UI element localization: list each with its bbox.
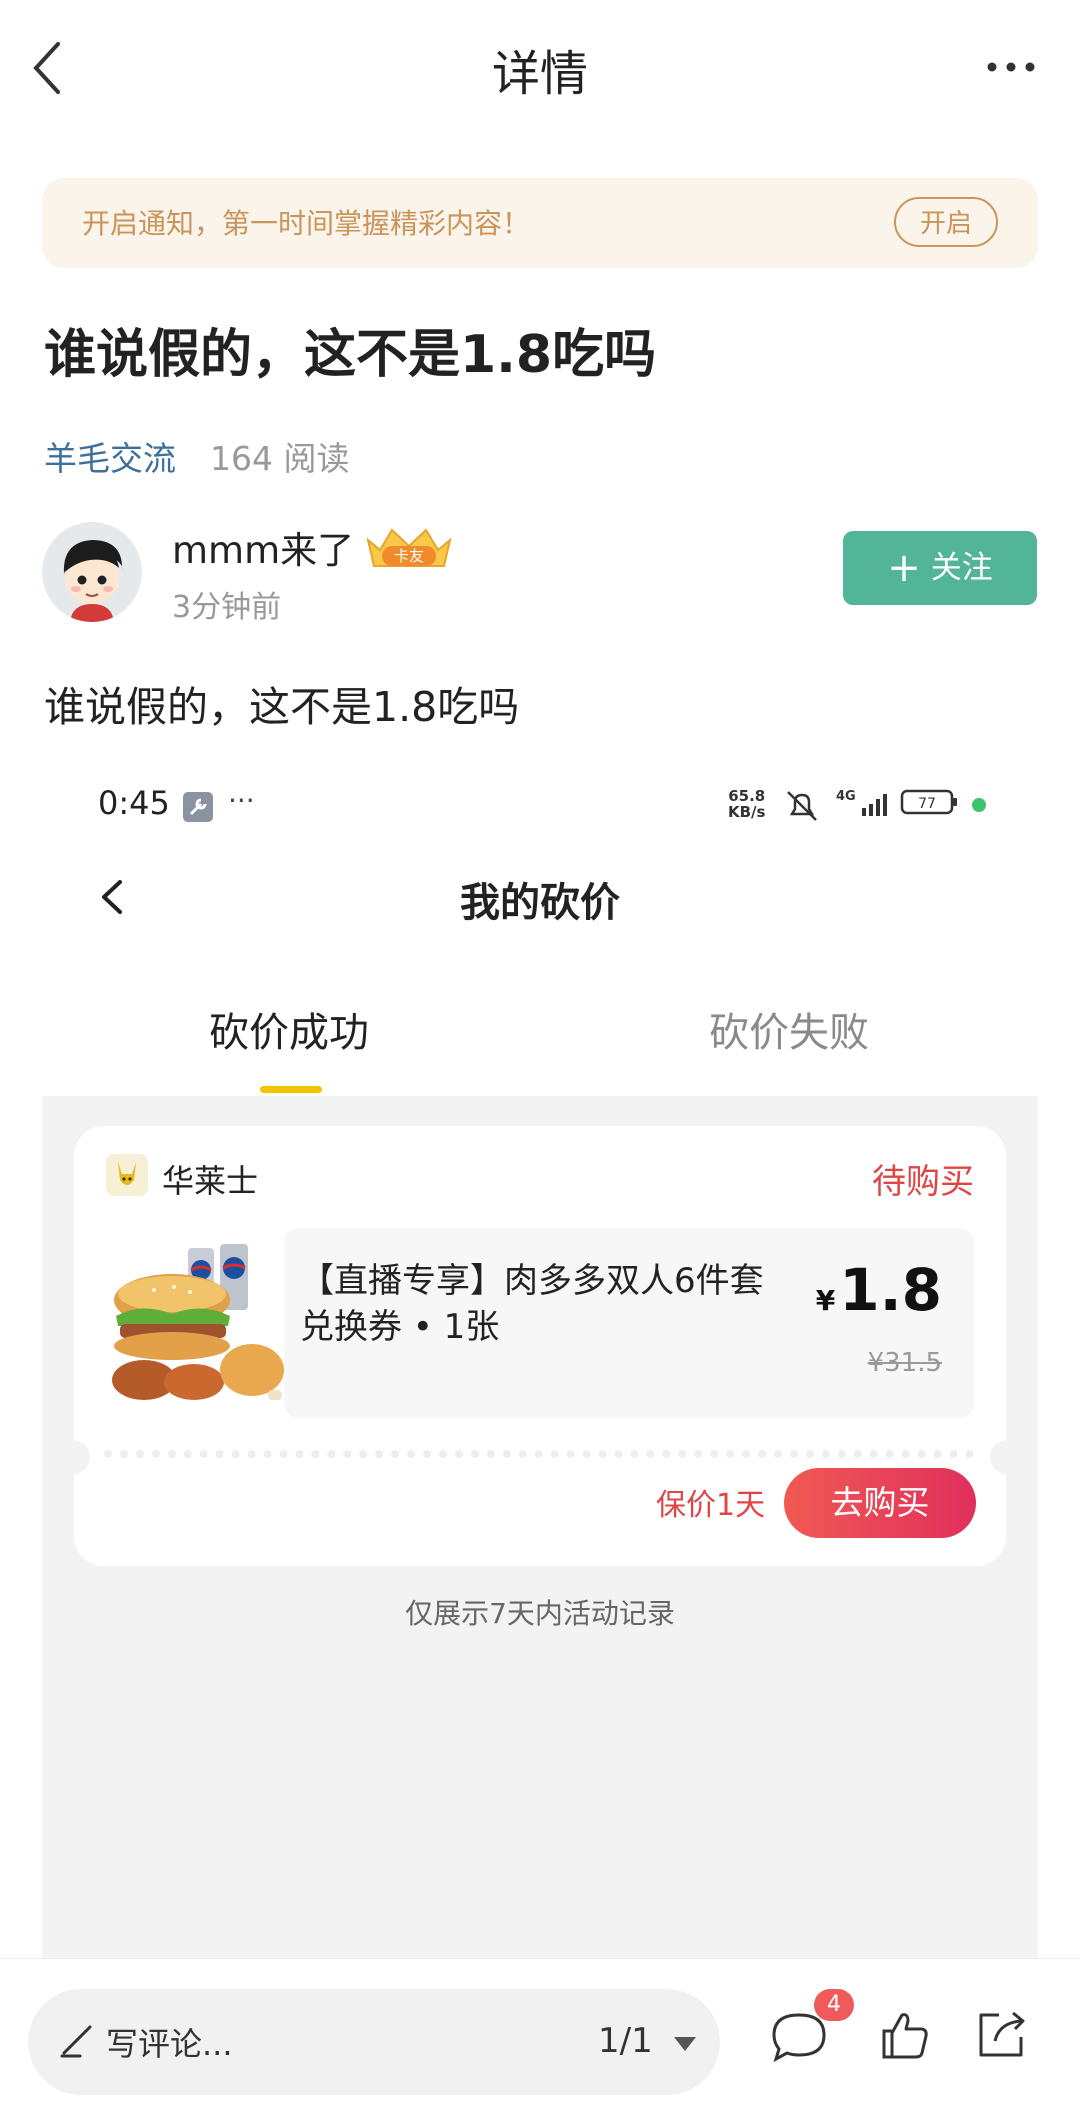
image-header-area: 0:45 ··· 65.8 KB/s 4G 77 我的砍价 砍价成功 砍价失败 [42,760,1038,1096]
pen-icon [60,2025,92,2058]
post-time: 3分钟前 [172,590,282,625]
tab-bargain-failed: 砍价失败 [709,1010,869,1056]
speed-unit: KB/s [728,803,766,821]
comment-input[interactable]: 写评论... 1/1 [28,1989,720,2095]
mute-bell-icon [787,791,817,821]
status-time: 0:45 [98,784,170,822]
comment-count-badge: 4 [814,1989,854,2021]
notification-banner: 开启通知，第一时间掌握精彩内容！ 开启 [42,178,1038,268]
follow-label: 关注 [930,550,993,586]
enable-notification-button[interactable]: 开启 [894,197,998,247]
buy-button: 去购买 [784,1468,976,1538]
comment-placeholder: 写评论... [106,2025,233,2063]
shop-name: 华莱士 [162,1162,259,1200]
product-name: 【直播专享】肉多多双人6件套兑换券 • 1张 [300,1261,764,1347]
current-price: ¥1.8 [816,1256,942,1324]
network-speed: 65.8 KB/s [728,788,765,820]
record-note: 仅展示7天内活动记录 [405,1597,675,1630]
top-bar: 详情 [0,0,1080,140]
author-name[interactable]: mmm来了 [172,520,354,574]
follow-button[interactable]: + 关注 [843,531,1037,605]
burger-meal-image [112,1244,284,1400]
avatar[interactable] [42,522,142,622]
notification-text: 开启通知，第一时间掌握精彩内容！ [82,207,531,240]
card-notch-left [74,1440,90,1474]
shop-logo-icon [106,1154,148,1196]
status-more-icon: ··· [228,784,255,817]
currency-symbol: ¥ [815,1284,836,1317]
privacy-dot [972,798,986,812]
bottom-bar: 写评论... 1/1 4 [0,1958,1080,2127]
badge-label: 卡友 [394,547,424,565]
category-tag[interactable]: 羊毛交流 [44,432,176,480]
comment-icon[interactable] [770,2011,828,2063]
wrench-icon [183,792,213,822]
post-image[interactable]: 0:45 ··· 65.8 KB/s 4G 77 我的砍价 砍价成功 砍价失败 … [42,760,1038,1960]
plus-icon: + [887,545,921,591]
more-icon[interactable] [986,52,1036,82]
speed-value: 65.8 [728,787,766,805]
crown-badge-icon: 卡友 [366,528,452,567]
card-notch-right [990,1440,1006,1474]
divider [104,1450,974,1458]
tab-indicator [260,1086,322,1093]
battery-icon: 77 [900,789,957,815]
page-indicator[interactable]: 1/1 [598,2021,653,2061]
read-count: 164 阅读 [210,439,350,478]
price-value: 1.8 [839,1256,942,1324]
post-title: 谁说假的，这不是1.8吃吗 [44,325,657,385]
post-body: 谁说假的，这不是1.8吃吗 [44,683,520,731]
battery-level: 77 [918,796,936,812]
thumbs-up-icon[interactable] [880,2009,930,2061]
tab-bargain-success: 砍价成功 [209,1010,369,1056]
avatar-image [42,522,142,622]
price-protect-label: 保价1天 [656,1488,766,1523]
order-status: 待购买 [872,1162,974,1202]
inner-page-title: 我的砍价 [460,880,620,926]
page-title: 详情 [491,46,588,102]
original-price: ¥31.5 [867,1348,942,1378]
share-icon[interactable] [975,2009,1029,2061]
bargain-card: 华莱士 待购买 【直播专享】肉多多双人6件套兑换券 • 1张 ¥1.8 ¥31.… [74,1126,1006,1566]
caret-down-icon[interactable] [672,2035,698,2053]
network-type: 4G [836,789,856,804]
